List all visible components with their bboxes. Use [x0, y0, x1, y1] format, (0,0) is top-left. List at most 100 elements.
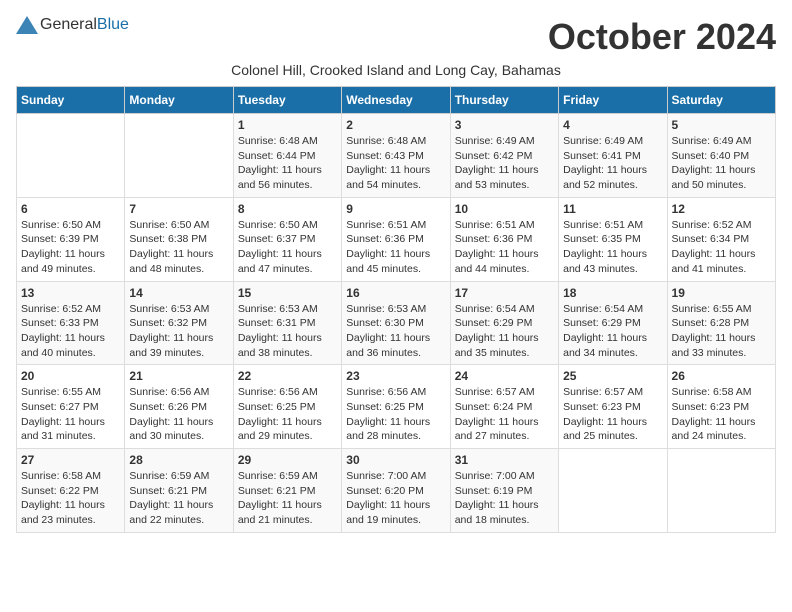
day-cell: 23 Sunrise: 6:56 AM Sunset: 6:25 PM Dayli… [342, 365, 450, 449]
day-cell: 8 Sunrise: 6:50 AM Sunset: 6:37 PM Daylig… [233, 197, 341, 281]
day-info: Sunrise: 6:55 AM Sunset: 6:27 PM Dayligh… [21, 385, 120, 444]
day-cell [125, 114, 233, 198]
day-info: Sunrise: 6:57 AM Sunset: 6:24 PM Dayligh… [455, 385, 554, 444]
day-number: 3 [455, 118, 554, 132]
day-cell: 25 Sunrise: 6:57 AM Sunset: 6:23 PM Dayli… [559, 365, 667, 449]
day-cell: 24 Sunrise: 6:57 AM Sunset: 6:24 PM Dayli… [450, 365, 558, 449]
day-number: 5 [672, 118, 771, 132]
week-row-2: 6Sunrise: 6:50 AM Sunset: 6:39 PM Daylig… [17, 197, 776, 281]
day-number: 30 [346, 453, 445, 467]
day-cell: 19 Sunrise: 6:55 AM Sunset: 6:28 PM Dayli… [667, 281, 775, 365]
day-number: 8 [238, 202, 337, 216]
day-number: 22 [238, 369, 337, 383]
day-info: Sunrise: 6:56 AM Sunset: 6:25 PM Dayligh… [238, 385, 337, 444]
day-info: Sunrise: 7:00 AM Sunset: 6:19 PM Dayligh… [455, 469, 554, 528]
day-number: 15 [238, 286, 337, 300]
day-number: 28 [129, 453, 228, 467]
day-number: 1 [238, 118, 337, 132]
day-number: 23 [346, 369, 445, 383]
day-info: Sunrise: 6:57 AM Sunset: 6:23 PM Dayligh… [563, 385, 662, 444]
day-number: 24 [455, 369, 554, 383]
day-number: 31 [455, 453, 554, 467]
col-header-saturday: Saturday [667, 87, 775, 114]
day-info: Sunrise: 6:53 AM Sunset: 6:31 PM Dayligh… [238, 302, 337, 361]
day-cell: 31 Sunrise: 7:00 AM Sunset: 6:19 PM Dayli… [450, 449, 558, 533]
month-title: October 2024 [548, 16, 776, 58]
day-info: Sunrise: 6:51 AM Sunset: 6:36 PM Dayligh… [455, 218, 554, 277]
col-header-tuesday: Tuesday [233, 87, 341, 114]
day-cell: 30Sunrise: 7:00 AM Sunset: 6:20 PM Dayli… [342, 449, 450, 533]
day-info: Sunrise: 6:56 AM Sunset: 6:26 PM Dayligh… [129, 385, 228, 444]
day-cell: 12 Sunrise: 6:52 AM Sunset: 6:34 PM Dayli… [667, 197, 775, 281]
day-number: 27 [21, 453, 120, 467]
col-header-thursday: Thursday [450, 87, 558, 114]
calendar-table: SundayMondayTuesdayWednesdayThursdayFrid… [16, 86, 776, 533]
day-number: 2 [346, 118, 445, 132]
day-cell: 4 Sunrise: 6:49 AM Sunset: 6:41 PM Daylig… [559, 114, 667, 198]
day-info: Sunrise: 6:53 AM Sunset: 6:30 PM Dayligh… [346, 302, 445, 361]
day-cell: 17 Sunrise: 6:54 AM Sunset: 6:29 PM Dayli… [450, 281, 558, 365]
logo-general-text: General [40, 16, 97, 33]
day-info: Sunrise: 6:54 AM Sunset: 6:29 PM Dayligh… [455, 302, 554, 361]
day-cell: 5Sunrise: 6:49 AM Sunset: 6:40 PM Daylig… [667, 114, 775, 198]
week-row-5: 27 Sunrise: 6:58 AM Sunset: 6:22 PM Dayli… [17, 449, 776, 533]
day-number: 4 [563, 118, 662, 132]
day-cell: 6Sunrise: 6:50 AM Sunset: 6:39 PM Daylig… [17, 197, 125, 281]
day-number: 11 [563, 202, 662, 216]
col-header-wednesday: Wednesday [342, 87, 450, 114]
day-cell: 7Sunrise: 6:50 AM Sunset: 6:38 PM Daylig… [125, 197, 233, 281]
day-number: 19 [672, 286, 771, 300]
day-info: Sunrise: 6:52 AM Sunset: 6:33 PM Dayligh… [21, 302, 120, 361]
day-cell: 16Sunrise: 6:53 AM Sunset: 6:30 PM Dayli… [342, 281, 450, 365]
day-cell: 20 Sunrise: 6:55 AM Sunset: 6:27 PM Dayli… [17, 365, 125, 449]
day-cell: 29 Sunrise: 6:59 AM Sunset: 6:21 PM Dayli… [233, 449, 341, 533]
day-cell: 13Sunrise: 6:52 AM Sunset: 6:33 PM Dayli… [17, 281, 125, 365]
day-info: Sunrise: 6:49 AM Sunset: 6:41 PM Dayligh… [563, 134, 662, 193]
logo-blue-text: Blue [97, 16, 129, 33]
day-info: Sunrise: 6:59 AM Sunset: 6:21 PM Dayligh… [129, 469, 228, 528]
day-info: Sunrise: 6:51 AM Sunset: 6:35 PM Dayligh… [563, 218, 662, 277]
day-info: Sunrise: 6:55 AM Sunset: 6:28 PM Dayligh… [672, 302, 771, 361]
day-info: Sunrise: 6:48 AM Sunset: 6:43 PM Dayligh… [346, 134, 445, 193]
day-cell [667, 449, 775, 533]
day-info: Sunrise: 6:56 AM Sunset: 6:25 PM Dayligh… [346, 385, 445, 444]
day-cell [559, 449, 667, 533]
day-cell: 1 Sunrise: 6:48 AM Sunset: 6:44 PM Daylig… [233, 114, 341, 198]
day-cell: 21 Sunrise: 6:56 AM Sunset: 6:26 PM Dayli… [125, 365, 233, 449]
day-info: Sunrise: 6:59 AM Sunset: 6:21 PM Dayligh… [238, 469, 337, 528]
day-cell: 22 Sunrise: 6:56 AM Sunset: 6:25 PM Dayli… [233, 365, 341, 449]
week-row-3: 13Sunrise: 6:52 AM Sunset: 6:33 PM Dayli… [17, 281, 776, 365]
day-info: Sunrise: 6:48 AM Sunset: 6:44 PM Dayligh… [238, 134, 337, 193]
day-cell: 26Sunrise: 6:58 AM Sunset: 6:23 PM Dayli… [667, 365, 775, 449]
day-number: 17 [455, 286, 554, 300]
day-info: Sunrise: 6:50 AM Sunset: 6:39 PM Dayligh… [21, 218, 120, 277]
day-cell: 15 Sunrise: 6:53 AM Sunset: 6:31 PM Dayli… [233, 281, 341, 365]
day-number: 29 [238, 453, 337, 467]
day-number: 25 [563, 369, 662, 383]
day-info: Sunrise: 6:50 AM Sunset: 6:38 PM Dayligh… [129, 218, 228, 277]
day-info: Sunrise: 6:50 AM Sunset: 6:37 PM Dayligh… [238, 218, 337, 277]
day-cell: 11 Sunrise: 6:51 AM Sunset: 6:35 PM Dayli… [559, 197, 667, 281]
day-number: 21 [129, 369, 228, 383]
logo: GeneralBlue [16, 16, 129, 34]
day-number: 20 [21, 369, 120, 383]
day-number: 26 [672, 369, 771, 383]
calendar-subtitle: Colonel Hill, Crooked Island and Long Ca… [16, 62, 776, 78]
week-row-1: 1 Sunrise: 6:48 AM Sunset: 6:44 PM Daylig… [17, 114, 776, 198]
day-cell [17, 114, 125, 198]
day-info: Sunrise: 6:54 AM Sunset: 6:29 PM Dayligh… [563, 302, 662, 361]
day-cell: 9 Sunrise: 6:51 AM Sunset: 6:36 PM Daylig… [342, 197, 450, 281]
day-cell: 3 Sunrise: 6:49 AM Sunset: 6:42 PM Daylig… [450, 114, 558, 198]
day-info: Sunrise: 6:52 AM Sunset: 6:34 PM Dayligh… [672, 218, 771, 277]
day-cell: 14Sunrise: 6:53 AM Sunset: 6:32 PM Dayli… [125, 281, 233, 365]
day-info: Sunrise: 6:58 AM Sunset: 6:22 PM Dayligh… [21, 469, 120, 528]
day-number: 9 [346, 202, 445, 216]
day-number: 14 [129, 286, 228, 300]
day-info: Sunrise: 6:51 AM Sunset: 6:36 PM Dayligh… [346, 218, 445, 277]
week-row-4: 20 Sunrise: 6:55 AM Sunset: 6:27 PM Dayli… [17, 365, 776, 449]
col-header-sunday: Sunday [17, 87, 125, 114]
day-cell: 2 Sunrise: 6:48 AM Sunset: 6:43 PM Daylig… [342, 114, 450, 198]
col-header-monday: Monday [125, 87, 233, 114]
day-info: Sunrise: 6:49 AM Sunset: 6:42 PM Dayligh… [455, 134, 554, 193]
day-number: 12 [672, 202, 771, 216]
